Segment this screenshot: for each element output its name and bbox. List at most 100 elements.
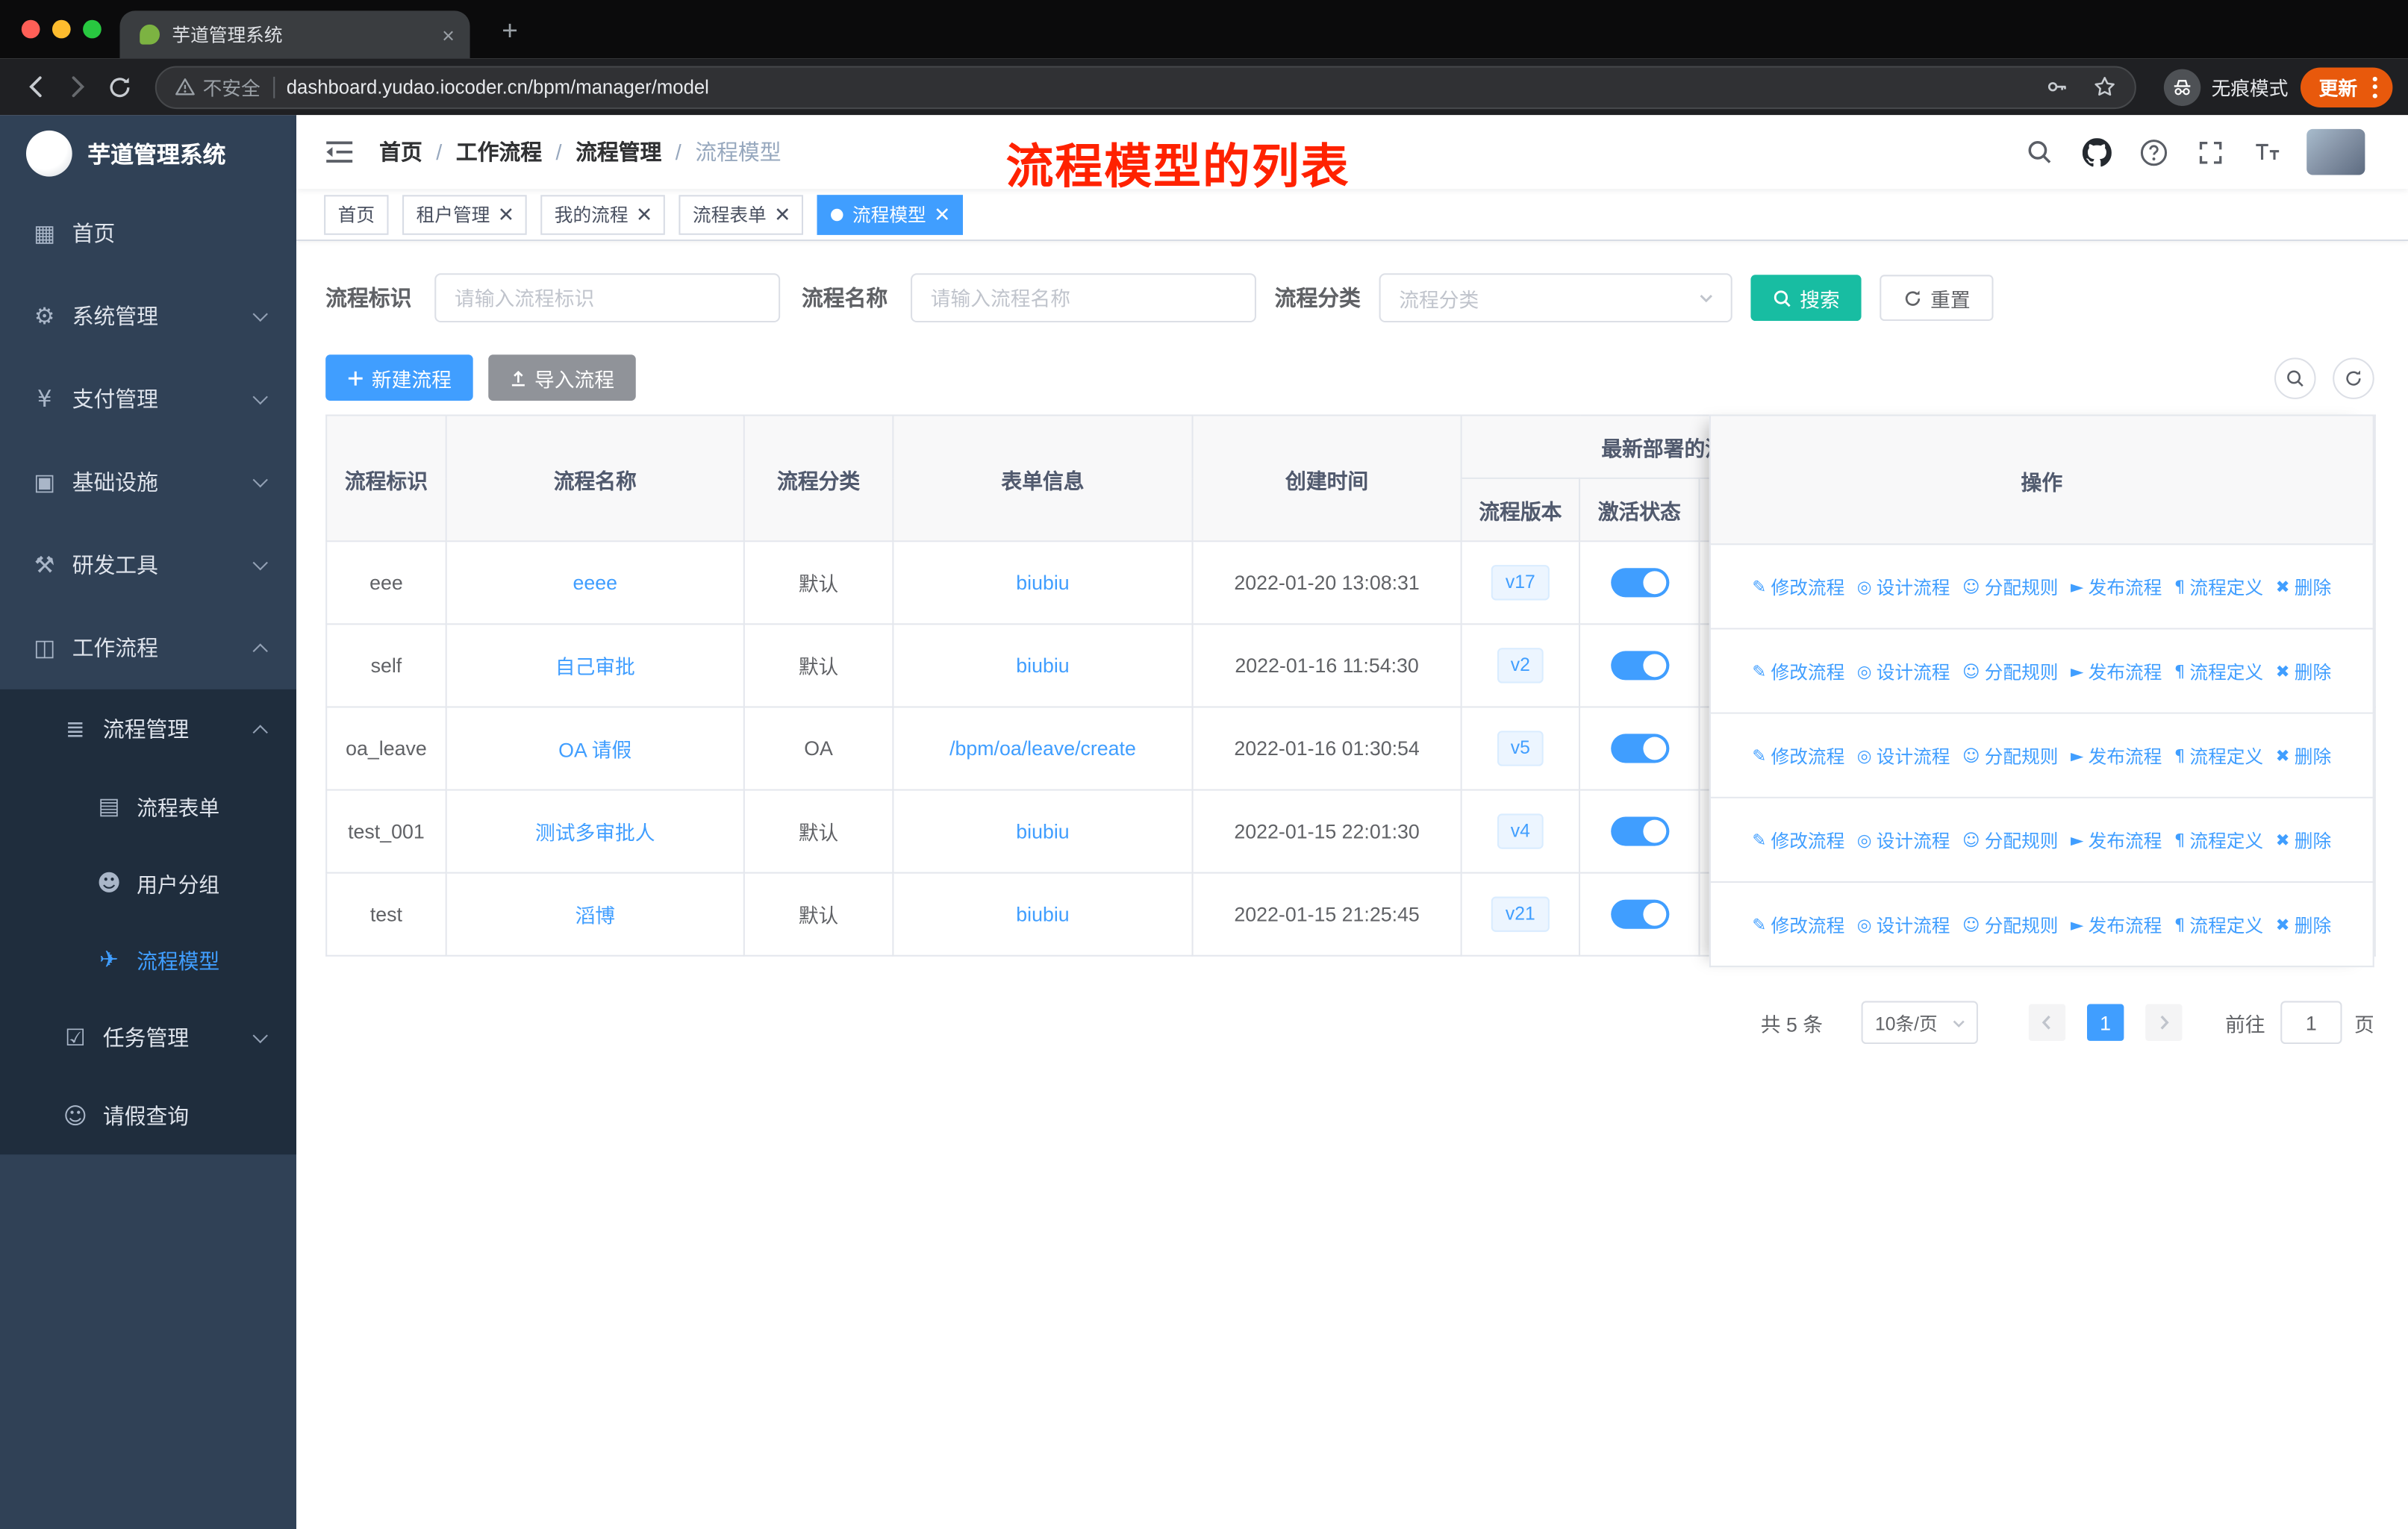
process-name-link[interactable]: eeee [573,571,617,594]
action-process-definition[interactable]: ¶ 流程定义 [2174,827,2263,853]
process-name-link[interactable]: 测试多审批人 [535,822,655,845]
sidebar-toggle-button[interactable] [321,134,358,170]
sidebar-logo[interactable]: 芋道管理系统 [0,115,296,192]
action-modify-process[interactable]: ✎ 修改流程 [1752,573,1844,599]
action-design-process[interactable]: ◎ 设计流程 [1857,911,1950,937]
breadcrumb-process-management[interactable]: 流程管理 [576,137,661,167]
sidebar-item-devtools[interactable]: ⚒ 研发工具 [0,524,296,607]
action-design-process[interactable]: ◎ 设计流程 [1857,658,1950,684]
incognito-indicator[interactable]: 无痕模式 [2163,68,2288,105]
tag-close-icon[interactable] [776,207,790,222]
toggle-search-button[interactable] [2274,357,2316,398]
form-info-link[interactable]: biubiu [1016,571,1069,594]
breadcrumb-home[interactable]: 首页 [379,137,422,167]
github-icon[interactable] [2080,135,2113,169]
action-delete[interactable]: ✖ 删除 [2276,573,2332,599]
sidebar-item-task-management[interactable]: ☑ 任务管理 [0,998,296,1076]
import-process-button[interactable]: 导入流程 [488,354,636,401]
prev-page-button[interactable] [2028,1004,2066,1041]
process-name-link[interactable]: OA 请假 [558,739,631,762]
sidebar-item-process-model[interactable]: ✈ 流程模型 [0,921,296,998]
sidebar-item-workflow[interactable]: ◫ 工作流程 [0,607,296,690]
action-process-definition[interactable]: ¶ 流程定义 [2174,573,2263,599]
action-process-definition[interactable]: ¶ 流程定义 [2174,658,2263,684]
process-name-link[interactable]: 滔博 [575,904,615,928]
tag-process-model[interactable]: 流程模型 [817,194,964,234]
breadcrumb-workflow[interactable]: 工作流程 [456,137,542,167]
forward-button[interactable] [57,66,99,107]
search-button[interactable]: 搜索 [1750,275,1862,321]
action-design-process[interactable]: ◎ 设计流程 [1857,742,1950,769]
address-bar[interactable]: 不安全 dashboard.yudao.iocoder.cn/bpm/manag… [155,65,2136,109]
sidebar-item-system[interactable]: ⚙ 系统管理 [0,275,296,357]
back-button[interactable] [16,66,57,107]
action-assign-rule[interactable]: ☺ 分配规则 [1962,658,2059,684]
form-info-link[interactable]: biubiu [1016,903,1069,926]
action-publish-process[interactable]: ► 发布流程 [2071,573,2162,599]
sidebar-item-user-group[interactable]: ☻ 用户分组 [0,845,296,922]
action-design-process[interactable]: ◎ 设计流程 [1857,573,1950,599]
window-minimize-button[interactable] [52,19,71,39]
tag-my-process[interactable]: 我的流程 [540,194,665,234]
active-toggle[interactable] [1610,899,1669,929]
next-page-button[interactable] [2145,1004,2183,1041]
action-publish-process[interactable]: ► 发布流程 [2071,742,2162,769]
tag-close-icon[interactable] [935,207,949,222]
sidebar-item-process-form[interactable]: ▤ 流程表单 [0,768,296,845]
help-icon[interactable] [2136,135,2170,169]
search-icon[interactable] [2023,135,2056,169]
goto-page-input[interactable] [2280,1001,2342,1045]
reset-button[interactable]: 重置 [1880,275,1994,321]
window-close-button[interactable] [21,19,40,39]
action-design-process[interactable]: ◎ 设计流程 [1857,827,1950,853]
tag-process-form[interactable]: 流程表单 [679,194,804,234]
tag-close-icon[interactable] [637,207,652,222]
process-name-link[interactable]: 自己审批 [555,656,635,679]
sidebar-item-leave-query[interactable]: ☺ 请假查询 [0,1076,296,1154]
tab-close-icon[interactable]: × [442,22,455,47]
page-size-select[interactable]: 10条/页 [1861,1001,1978,1045]
sidebar-item-infrastructure[interactable]: ▣ 基础设施 [0,440,296,523]
font-size-icon[interactable] [2250,135,2283,169]
active-toggle[interactable] [1610,816,1669,846]
action-modify-process[interactable]: ✎ 修改流程 [1752,658,1844,684]
browser-tab[interactable]: 芋道管理系统 × [119,10,470,59]
url-text[interactable]: dashboard.yudao.iocoder.cn/bpm/manager/m… [287,76,2021,98]
category-select[interactable]: 流程分类 [1379,273,1732,323]
action-modify-process[interactable]: ✎ 修改流程 [1752,911,1844,937]
tag-tenant-management[interactable]: 租户管理 [402,194,527,234]
window-maximize-button[interactable] [83,19,102,39]
security-warning[interactable]: 不安全 [175,72,261,101]
action-delete[interactable]: ✖ 删除 [2276,827,2332,853]
password-key-icon[interactable] [2045,75,2068,99]
tag-home[interactable]: 首页 [324,194,389,234]
form-info-link[interactable]: biubiu [1016,654,1069,677]
action-publish-process[interactable]: ► 发布流程 [2071,827,2162,853]
action-assign-rule[interactable]: ☺ 分配规则 [1962,573,2059,599]
fullscreen-icon[interactable] [2193,135,2227,169]
action-delete[interactable]: ✖ 删除 [2276,742,2332,769]
active-toggle[interactable] [1610,651,1669,681]
process-name-input[interactable] [911,273,1256,323]
action-process-definition[interactable]: ¶ 流程定义 [2174,911,2263,937]
form-info-link[interactable]: biubiu [1016,820,1069,843]
sidebar-item-home[interactable]: ▦ 首页 [0,192,296,275]
action-modify-process[interactable]: ✎ 修改流程 [1752,742,1844,769]
action-process-definition[interactable]: ¶ 流程定义 [2174,742,2263,769]
bookmark-star-icon[interactable] [2093,75,2116,99]
action-publish-process[interactable]: ► 发布流程 [2071,658,2162,684]
new-tab-button[interactable]: + [491,12,528,49]
action-delete[interactable]: ✖ 删除 [2276,911,2332,937]
active-toggle[interactable] [1610,734,1669,763]
browser-update-button[interactable]: 更新 [2300,66,2393,107]
browser-menu-icon[interactable] [2366,75,2383,98]
form-info-link[interactable]: /bpm/oa/leave/create [949,737,1136,760]
action-delete[interactable]: ✖ 删除 [2276,658,2332,684]
reload-button[interactable] [99,66,140,107]
action-modify-process[interactable]: ✎ 修改流程 [1752,827,1844,853]
tag-close-icon[interactable] [499,207,514,222]
sidebar-item-process-management[interactable]: ≣ 流程管理 [0,690,296,768]
user-avatar[interactable] [2306,128,2365,175]
action-publish-process[interactable]: ► 发布流程 [2071,911,2162,937]
action-assign-rule[interactable]: ☺ 分配规则 [1962,827,2059,853]
